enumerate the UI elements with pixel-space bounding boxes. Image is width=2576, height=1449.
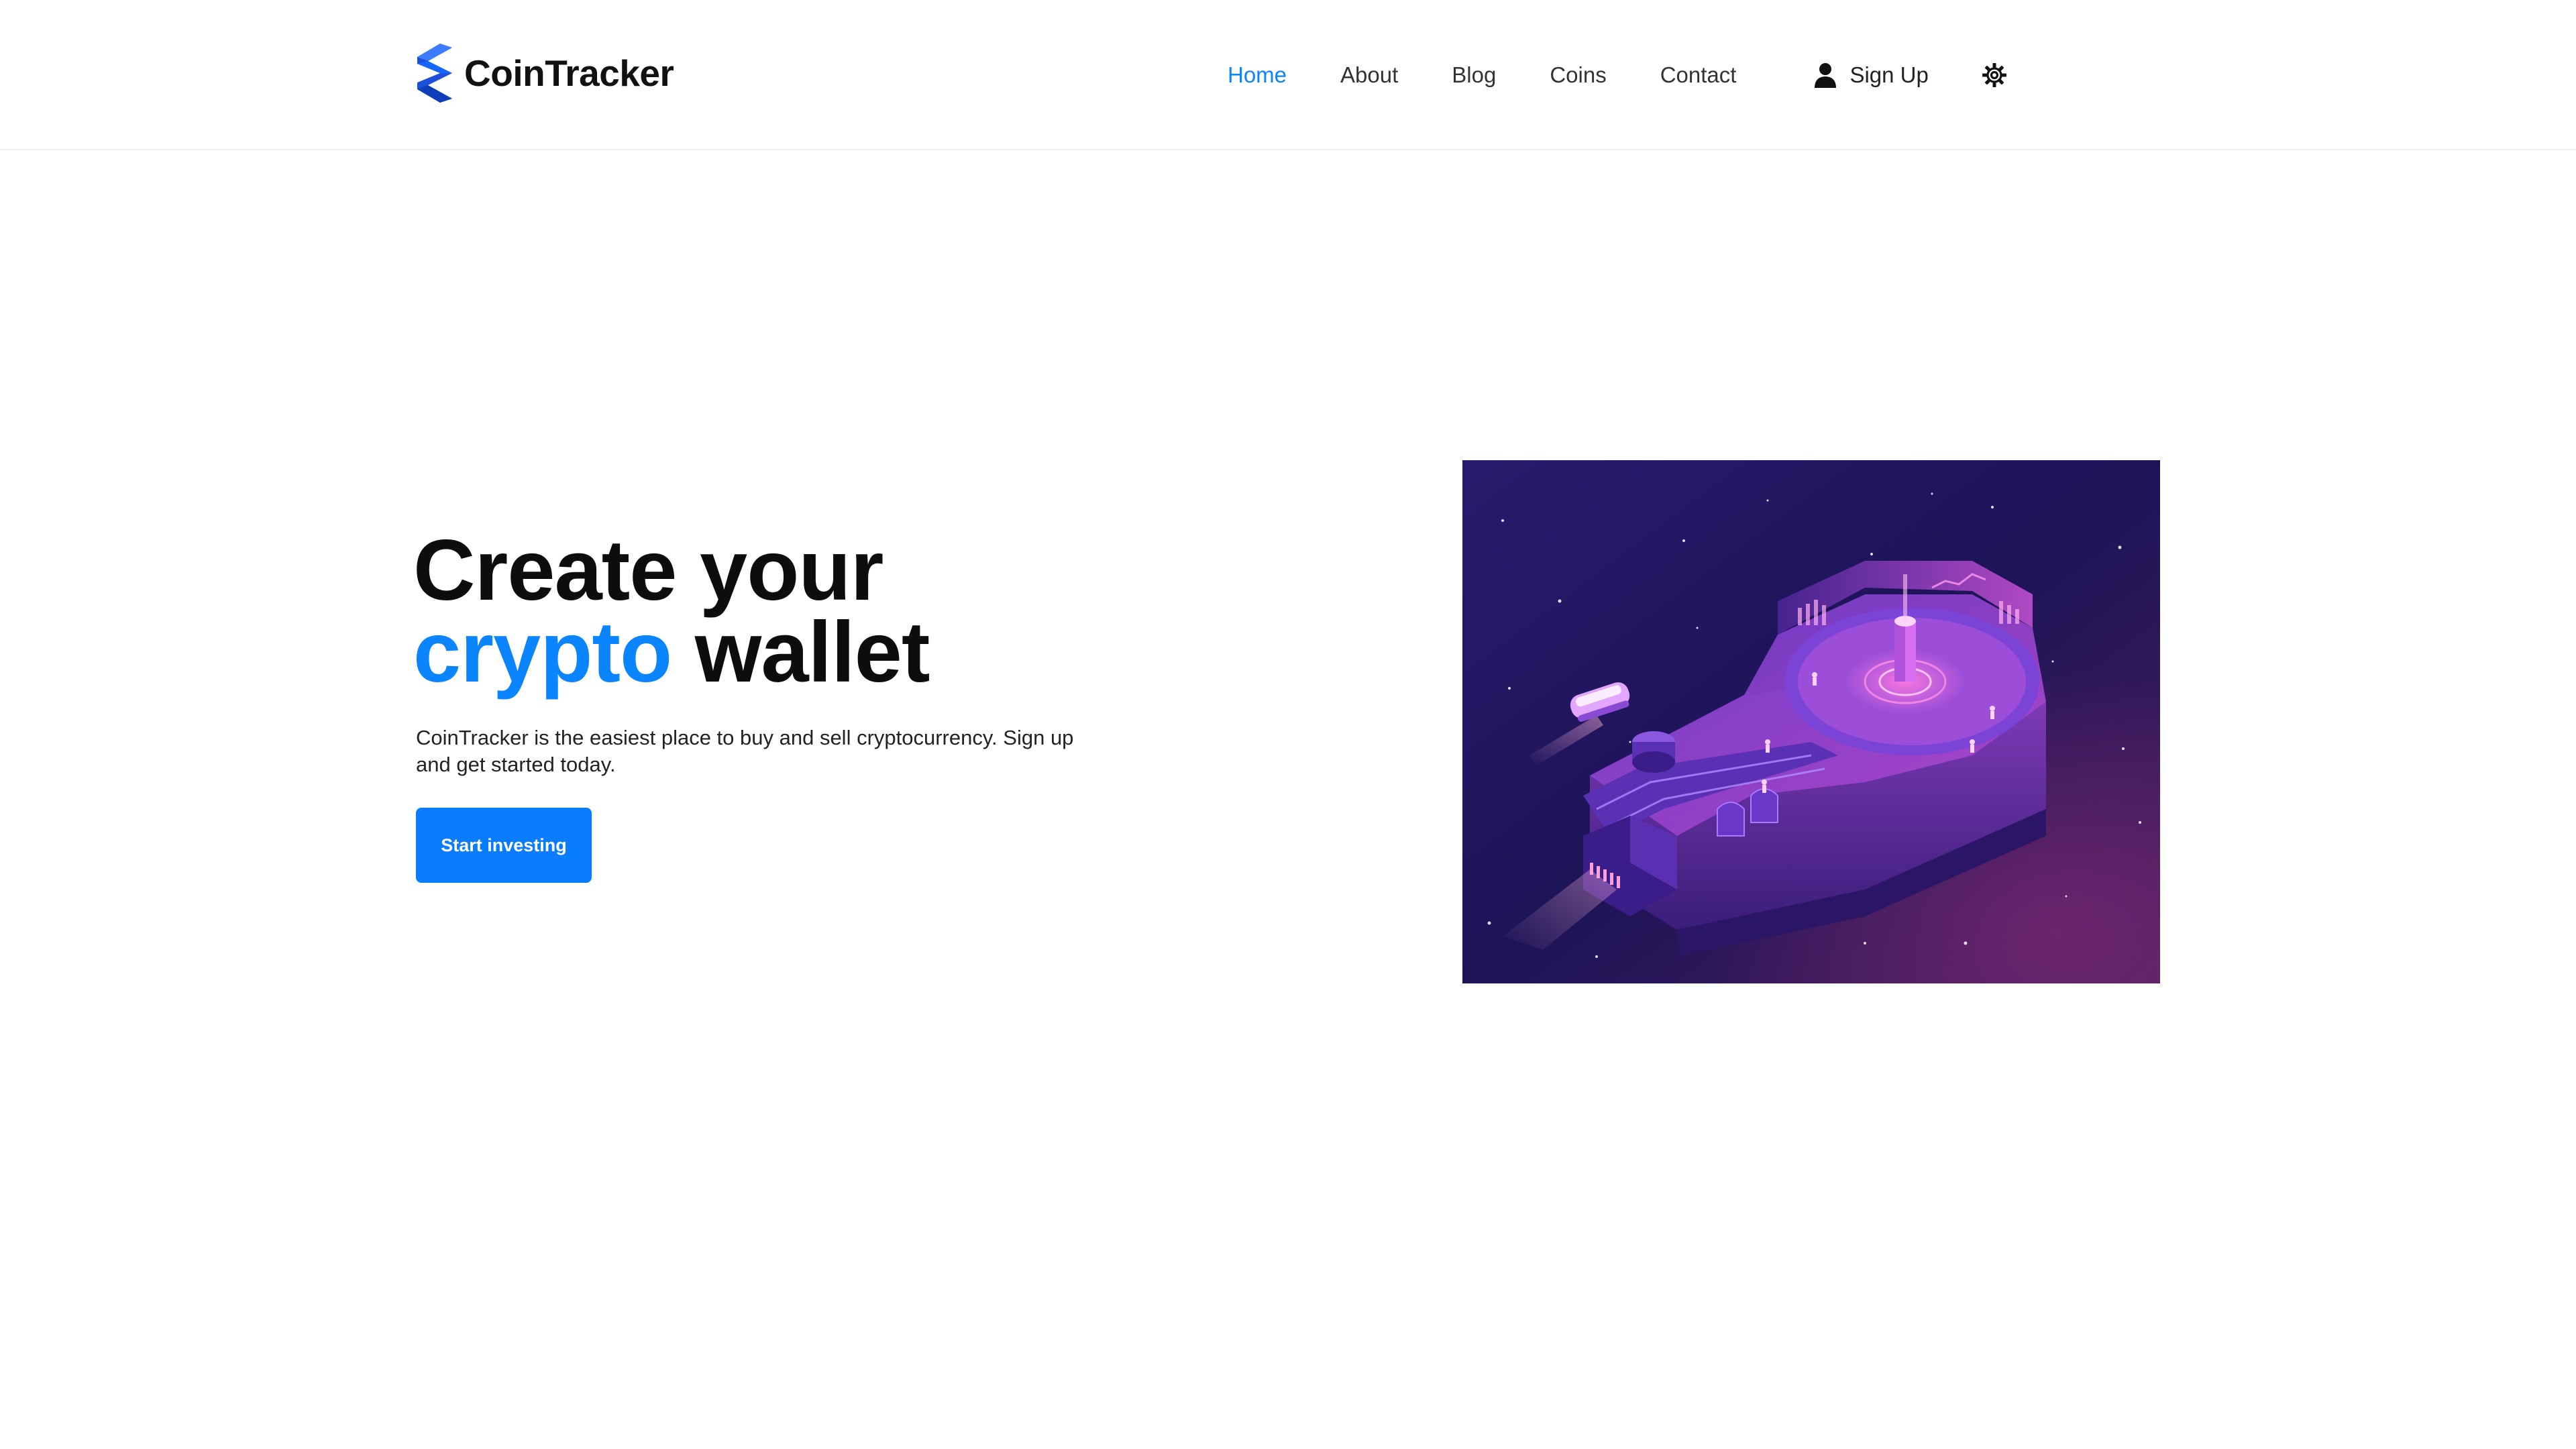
brand-logo[interactable]: CoinTracker (416, 43, 674, 103)
gear-icon (1982, 63, 2006, 87)
site-header: CoinTracker Home About Blog Coins Contac… (0, 0, 2576, 150)
cointracker-logo-icon (417, 44, 452, 103)
sign-up-button[interactable]: Sign Up (1813, 62, 1929, 88)
hero-title-accent: crypto (413, 604, 672, 700)
hero-description: CoinTracker is the easiest place to buy … (416, 726, 1074, 776)
settings-button[interactable] (1981, 62, 2008, 89)
nav-contact[interactable]: Contact (1660, 62, 1737, 88)
start-investing-button[interactable]: Start investing (416, 808, 592, 883)
nav-home[interactable]: Home (1228, 62, 1287, 88)
sign-up-label: Sign Up (1849, 62, 1929, 87)
user-icon (1815, 63, 1837, 88)
hero-title-rest: wallet (672, 604, 930, 700)
hero-title: Create your crypto wallet (413, 528, 930, 696)
nav-about[interactable]: About (1340, 62, 1398, 88)
nav-blog[interactable]: Blog (1452, 62, 1496, 88)
nav-coins[interactable]: Coins (1550, 62, 1606, 88)
isometric-crypto-city-illustration (1462, 460, 2160, 983)
brand-name: CoinTracker (464, 52, 674, 94)
main-nav: Home About Blog Coins Contact Sign Up (1228, 56, 2008, 94)
hero-illustration (1462, 460, 2160, 983)
